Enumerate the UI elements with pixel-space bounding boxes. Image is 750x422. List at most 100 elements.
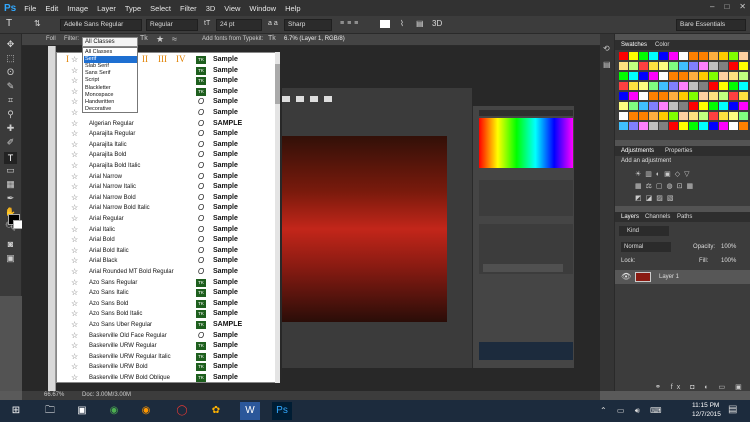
- color-swatch[interactable]: [669, 72, 678, 80]
- color-swatch[interactable]: [729, 112, 738, 120]
- color-swatch[interactable]: [689, 72, 698, 80]
- color-swatch[interactable]: [639, 92, 648, 100]
- class-option[interactable]: Slab Serif: [84, 63, 137, 70]
- color-swatch[interactable]: [649, 52, 658, 60]
- color-swatch[interactable]: [629, 52, 638, 60]
- color-swatch[interactable]: [639, 72, 648, 80]
- favorite-star-icon[interactable]: ☆: [71, 203, 78, 213]
- workspace-select[interactable]: Bare Essentials: [676, 19, 746, 31]
- color-swatch[interactable]: [699, 92, 708, 100]
- color-swatch[interactable]: [659, 102, 668, 110]
- font-list-scroll-thumb[interactable]: [275, 64, 280, 104]
- color-swatch[interactable]: [619, 52, 628, 60]
- file-explorer-icon[interactable]: 🗀︎: [40, 402, 60, 420]
- gradient-tool-icon[interactable]: ▦: [4, 178, 17, 190]
- color-swatch[interactable]: [719, 62, 728, 70]
- opacity-value[interactable]: 100%: [721, 244, 736, 250]
- color-swatch[interactable]: [679, 52, 688, 60]
- color-swatch[interactable]: [719, 122, 728, 130]
- menu-help[interactable]: Help: [285, 4, 300, 13]
- menu-filter[interactable]: Filter: [180, 4, 197, 13]
- taskbar-date[interactable]: 12/7/2015: [692, 411, 721, 418]
- font-row[interactable]: ☆ Aparajita Bold Italic O Sample: [57, 161, 277, 172]
- typekit-icon[interactable]: Tk: [268, 35, 276, 42]
- menu-select[interactable]: Select: [150, 4, 171, 13]
- favorite-star-icon[interactable]: ☆: [71, 76, 78, 86]
- color-swatch[interactable]: [659, 82, 668, 90]
- properties-panel-icon[interactable]: ▤: [603, 60, 611, 69]
- maximize-icon[interactable]: □: [724, 2, 729, 11]
- color-swatch[interactable]: [719, 82, 728, 90]
- color-swatch[interactable]: [709, 82, 718, 90]
- color-swatch[interactable]: [709, 92, 718, 100]
- color-swatch[interactable]: [699, 72, 708, 80]
- favorite-star-icon[interactable]: ☆: [71, 373, 78, 382]
- font-row[interactable]: ☆ Aparajita Regular O Sample: [57, 129, 277, 140]
- color-swatch[interactable]: [739, 102, 748, 110]
- color-swatch[interactable]: [629, 82, 638, 90]
- font-row[interactable]: ☆ Azo Sans Uber Regular TK SAMPLE: [57, 320, 277, 331]
- color-swatch[interactable]: [659, 92, 668, 100]
- color-swatch[interactable]: [729, 52, 738, 60]
- color-swatch[interactable]: [699, 82, 708, 90]
- color-swatch[interactable]: [739, 82, 748, 90]
- fill-value[interactable]: 100%: [721, 258, 736, 264]
- color-swatch[interactable]: [669, 52, 678, 60]
- orientation-icon[interactable]: ⇅: [34, 19, 41, 28]
- class-option[interactable]: Script: [84, 77, 137, 84]
- canvas-window-button[interactable]: [324, 96, 332, 102]
- warp-text-icon[interactable]: ⌇: [400, 19, 404, 28]
- close-icon[interactable]: ✕: [739, 2, 746, 11]
- color-swatch[interactable]: [699, 52, 708, 60]
- font-row[interactable]: ☆ Arial Bold Italic O Sample: [57, 246, 277, 257]
- marquee-tool-icon[interactable]: ⬚: [4, 52, 17, 64]
- color-swatch[interactable]: [629, 102, 638, 110]
- canvas-window-button[interactable]: [310, 96, 318, 102]
- color-swatch[interactable]: [709, 62, 718, 70]
- font-style-field[interactable]: Regular: [146, 19, 198, 31]
- quick-select-tool-icon[interactable]: ✎: [4, 80, 17, 92]
- quick-mask-icon[interactable]: ◙: [4, 238, 17, 250]
- font-family-field[interactable]: Adelle Sans Regular: [60, 19, 142, 31]
- menu-3d[interactable]: 3D: [206, 4, 216, 13]
- menu-image[interactable]: Image: [67, 4, 88, 13]
- color-swatch[interactable]: [659, 72, 668, 80]
- eraser-tool-icon[interactable]: ▭: [4, 164, 17, 176]
- color-swatch[interactable]: [649, 92, 658, 100]
- eyedropper-tool-icon[interactable]: ⚲: [4, 108, 17, 120]
- visibility-eye-icon[interactable]: 👁︎: [621, 272, 631, 281]
- align-icons[interactable]: ≡≡≡: [340, 20, 361, 27]
- favorite-star-icon[interactable]: ☆: [71, 87, 78, 97]
- favorite-star-icon[interactable]: ☆: [71, 267, 78, 277]
- color-swatch[interactable]: [699, 112, 708, 120]
- class-option[interactable]: Monospace: [84, 92, 137, 99]
- font-row[interactable]: ☆ Arial Narrow Bold O Sample: [57, 193, 277, 204]
- color-swatch[interactable]: [679, 122, 688, 130]
- layer-name[interactable]: Layer 1: [659, 274, 679, 280]
- adjustment-icons-row-2[interactable]: ▦⚖▢◍⊡▦: [635, 182, 735, 190]
- favorite-star-icon[interactable]: ☆: [71, 341, 78, 351]
- color-swatch[interactable]: [679, 112, 688, 120]
- class-option[interactable]: Decorative: [84, 106, 137, 113]
- firefox-icon[interactable]: ◉: [136, 402, 156, 420]
- font-row[interactable]: ☆ Arial Bold O Sample: [57, 235, 277, 246]
- adjustment-icons-row-3[interactable]: ◩◪▨▧: [635, 194, 735, 202]
- color-swatch[interactable]: [709, 102, 718, 110]
- crop-tool-icon[interactable]: ⌗: [4, 94, 17, 106]
- color-swatch[interactable]: [719, 102, 728, 110]
- color-swatch[interactable]: [659, 112, 668, 120]
- color-swatch[interactable]: [689, 52, 698, 60]
- favorite-star-icon[interactable]: ☆: [71, 172, 78, 182]
- color-swatch[interactable]: [659, 52, 668, 60]
- lasso-tool-icon[interactable]: ʘ: [4, 66, 17, 78]
- font-size-field[interactable]: 24 pt: [216, 19, 262, 31]
- menu-type[interactable]: Type: [125, 4, 141, 13]
- favorite-star-icon[interactable]: ☆: [71, 119, 78, 129]
- favorite-star-icon[interactable]: ☆: [71, 140, 78, 150]
- system-tray-icons[interactable]: ⌃ ▭ 🔊︎ ⌨: [600, 406, 666, 416]
- font-row[interactable]: ☆ Arial Narrow O Sample: [57, 172, 277, 183]
- screen-mode-icon[interactable]: ▣: [4, 252, 17, 264]
- favorite-star-icon[interactable]: ☆: [71, 320, 78, 330]
- character-panel-icon[interactable]: ▤: [416, 19, 424, 28]
- photoshop-taskbar-icon[interactable]: Ps: [272, 402, 292, 420]
